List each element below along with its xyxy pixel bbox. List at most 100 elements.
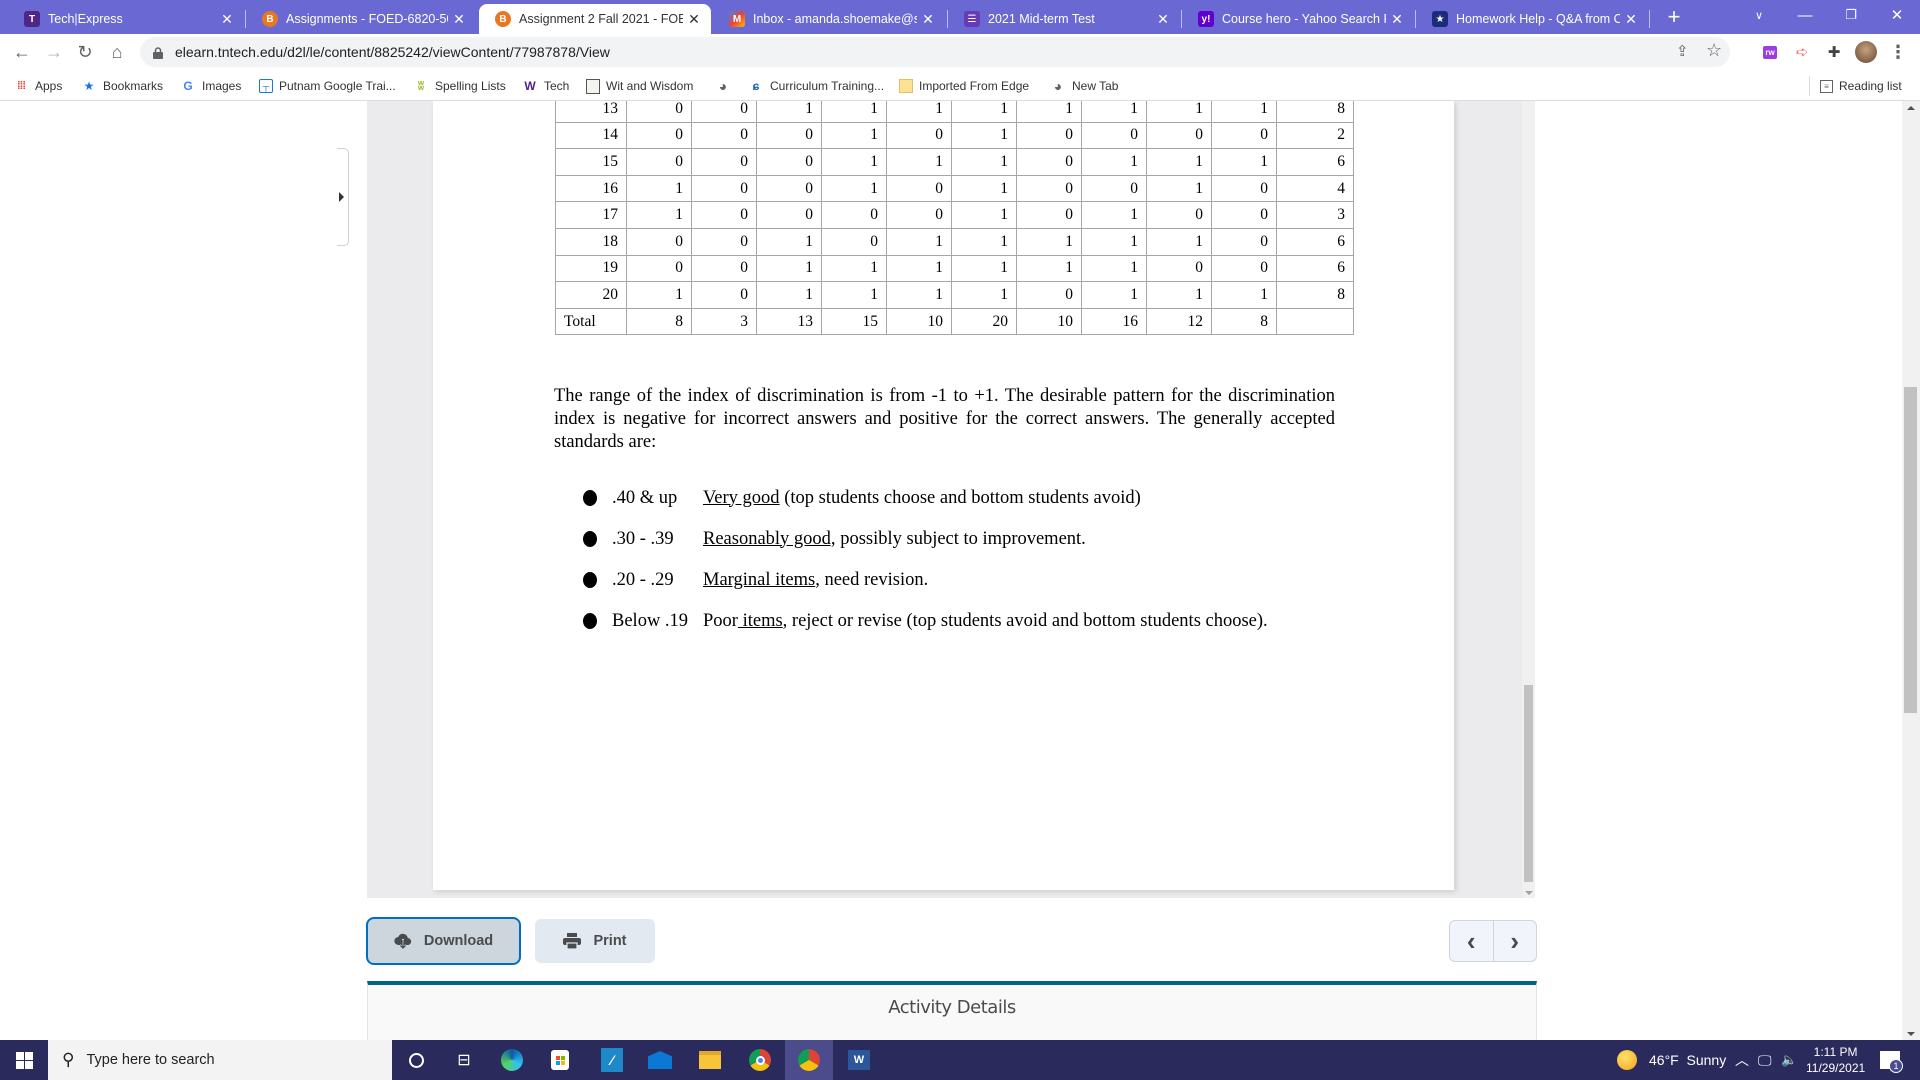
- reading-list-label: Reading list: [1839, 79, 1902, 93]
- close-tab-icon[interactable]: ✕: [917, 11, 939, 28]
- score-cell: 1: [821, 121, 887, 150]
- reading-list-button[interactable]: ≡ Reading list: [1820, 76, 1902, 96]
- bookmark-wit-wisdom[interactable]: Wit and Wisdom: [586, 76, 693, 96]
- search-placeholder: Type here to search: [86, 1052, 215, 1068]
- volume-icon[interactable]: 🔈: [1781, 1040, 1797, 1080]
- close-tab-icon[interactable]: ✕: [216, 11, 238, 28]
- bookmark-bookmarks[interactable]: ★ Bookmarks: [81, 76, 163, 96]
- activity-details-panel[interactable]: Activity Details: [367, 981, 1537, 1040]
- tab-assignments[interactable]: B Assignments - FOED-6820-503 - ✕: [246, 4, 476, 34]
- bookmark-label: Spelling Lists: [435, 79, 506, 93]
- minimize-button[interactable]: —: [1782, 0, 1828, 30]
- home-button[interactable]: ⌂: [103, 38, 131, 66]
- score-cell: 1: [821, 254, 887, 283]
- bookmark-apps[interactable]: ⁞⁞⁞ Apps: [13, 76, 62, 96]
- readwrite-extension-icon[interactable]: rw: [1758, 40, 1782, 64]
- viewer-scrollbar[interactable]: [1522, 101, 1535, 898]
- show-hidden-icons-button[interactable]: ︿: [1735, 1040, 1749, 1080]
- new-tab-button[interactable]: +: [1660, 2, 1688, 32]
- document-viewer: 13 0 0 1 1 1 1 1 1 1 1 8 14 0 0 0 1 0 1 0 0 0 0 2 15 0 0 0 1 1 1 0 1 1 1 6 1…: [367, 101, 1535, 898]
- bookmark-star-icon[interactable]: ☆: [1706, 40, 1722, 61]
- bookmark-curriculum[interactable]: ɕ Curriculum Training...: [748, 76, 884, 96]
- chrome-profile-button[interactable]: [785, 1040, 833, 1080]
- tab-tech-express[interactable]: T Tech|Express ✕: [8, 4, 244, 34]
- bookmark-tech[interactable]: W Tech: [522, 76, 569, 96]
- score-cell: 0: [1146, 254, 1212, 283]
- page-scrollbar[interactable]: [1902, 101, 1920, 1040]
- cortana-button[interactable]: [392, 1040, 440, 1080]
- bookmark-imported-edge[interactable]: Imported From Edge: [899, 76, 1029, 96]
- weather-widget[interactable]: 46°F Sunny: [1617, 1040, 1726, 1080]
- discrimination-paragraph: The range of the index of discrimination…: [554, 386, 1335, 452]
- bookmark-globe[interactable]: ◕: [715, 76, 737, 96]
- print-button[interactable]: Print: [535, 919, 655, 963]
- tab-homework-help[interactable]: ★ Homework Help - Q&A from Or ✕: [1416, 4, 1648, 34]
- bookmark-putnam[interactable]: ┬ Putnam Google Trai...: [259, 76, 396, 96]
- table-row: 16 1 0 0 1 0 1 0 0 1 0 4: [555, 174, 1354, 203]
- mail-button[interactable]: [636, 1040, 684, 1080]
- score-cell: 1: [626, 174, 692, 203]
- score-cell: 0: [886, 201, 952, 229]
- sidebar-toggle-button[interactable]: [337, 148, 349, 246]
- back-button[interactable]: ←: [8, 38, 36, 66]
- close-tab-icon[interactable]: ✕: [1620, 11, 1642, 28]
- tab-midterm-test[interactable]: ☰ 2021 Mid-term Test ✕: [948, 4, 1180, 34]
- score-cell: 0: [1016, 201, 1082, 229]
- chevron-left-icon: ‹: [1466, 926, 1476, 956]
- notes-app-button[interactable]: ⁄: [588, 1040, 636, 1080]
- network-icon[interactable]: 🖵: [1758, 1040, 1772, 1080]
- extensions-puzzle-icon[interactable]: ✚: [1822, 40, 1846, 64]
- clock[interactable]: 1:11 PM 11/29/2021: [1806, 1040, 1865, 1080]
- close-window-button[interactable]: ✕: [1874, 0, 1920, 30]
- tab-search-icon[interactable]: ∨: [1736, 0, 1782, 30]
- taskbar-search-box[interactable]: ⚲ Type here to search: [48, 1040, 392, 1080]
- edge-button[interactable]: [488, 1040, 536, 1080]
- task-view-button[interactable]: ⊟: [440, 1040, 488, 1080]
- notification-count-badge: 1: [1889, 1059, 1903, 1073]
- store-button[interactable]: [536, 1040, 584, 1080]
- close-tab-icon[interactable]: ✕: [683, 11, 705, 28]
- extension-arrow-icon[interactable]: ➪: [1790, 40, 1814, 64]
- score-cell: 1: [1211, 101, 1277, 123]
- next-button[interactable]: ›: [1494, 921, 1537, 961]
- close-tab-icon[interactable]: ✕: [448, 11, 470, 28]
- bookmark-spelling[interactable]: ʬ Spelling Lists: [413, 76, 506, 96]
- action-center-button[interactable]: 1: [1880, 1040, 1903, 1080]
- start-button[interactable]: [0, 1040, 48, 1080]
- forward-button[interactable]: →: [40, 38, 68, 66]
- score-cell: 1: [1016, 101, 1082, 123]
- tab-assignment-2[interactable]: B Assignment 2 Fall 2021 - FOED-6 ✕: [479, 4, 711, 34]
- address-bar[interactable]: elearn.tntech.edu/d2l/le/content/8825242…: [140, 37, 1730, 67]
- close-tab-icon[interactable]: ✕: [1386, 11, 1408, 28]
- chrome-icon: [749, 1049, 771, 1071]
- profile-avatar[interactable]: [1854, 40, 1878, 64]
- viewer-scrollbar-thumb[interactable]: [1524, 685, 1533, 882]
- scroll-down-arrow-icon[interactable]: [1907, 1032, 1915, 1036]
- tab-yahoo-search[interactable]: y! Course hero - Yahoo Search Res ✕: [1182, 4, 1414, 34]
- page-scrollbar-thumb[interactable]: [1904, 387, 1917, 713]
- chrome-button[interactable]: [736, 1040, 784, 1080]
- tab-separator: [1649, 10, 1650, 28]
- tab-inbox[interactable]: M Inbox - amanda.shoemake@smi ✕: [713, 4, 945, 34]
- reload-button[interactable]: ↻: [71, 38, 99, 66]
- menu-kebab-icon[interactable]: ⋮: [1886, 40, 1910, 64]
- word-button[interactable]: W: [835, 1040, 883, 1080]
- score-cell: 0: [1211, 121, 1277, 150]
- scroll-down-arrow-icon[interactable]: [1525, 891, 1533, 895]
- bookmark-new-tab[interactable]: ◕ New Tab: [1050, 76, 1119, 96]
- tab-title: Tech|Express: [48, 12, 123, 26]
- restore-button[interactable]: ❐: [1828, 0, 1874, 30]
- previous-button[interactable]: ‹: [1450, 921, 1494, 961]
- spelling-icon: ʬ: [417, 79, 425, 93]
- task-view-icon: ⊟: [457, 1052, 471, 1069]
- bookmark-images[interactable]: G Images: [180, 76, 241, 96]
- download-button[interactable]: Download: [366, 917, 521, 965]
- sun-icon: [1617, 1050, 1637, 1070]
- close-tab-icon[interactable]: ✕: [1152, 11, 1174, 28]
- file-explorer-button[interactable]: [686, 1040, 734, 1080]
- share-icon[interactable]: ⇪: [1676, 42, 1689, 60]
- standard-rating: Marginal items: [703, 569, 816, 590]
- globe-icon: ◕: [1053, 78, 1063, 94]
- tab-title: Inbox - amanda.shoemake@smi: [753, 12, 917, 26]
- scroll-up-arrow-icon[interactable]: [1907, 106, 1915, 110]
